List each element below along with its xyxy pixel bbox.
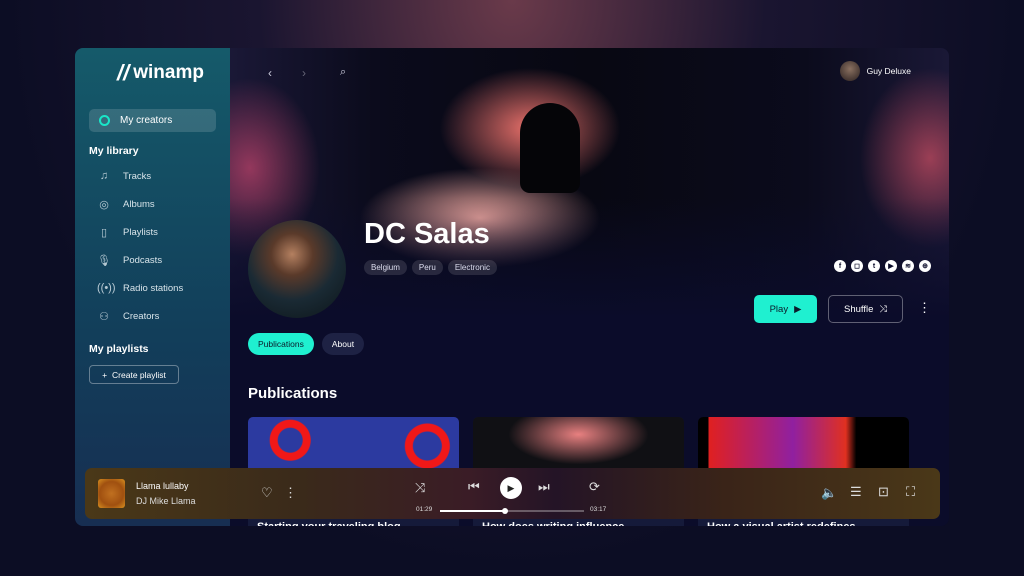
tab-publications[interactable]: Publications [248,333,314,355]
artist-tags: Belgium Peru Electronic [364,260,497,275]
sidebar-item-creators[interactable]: ⚇ Creators [97,310,159,323]
create-playlist-button[interactable]: + Create playlist [89,365,179,384]
card-image [473,417,684,475]
forward-icon[interactable]: › [302,66,306,80]
tag[interactable]: Belgium [364,260,407,275]
artist-tabs: Publications About [248,333,365,355]
sidebar-item-playlists[interactable]: ▯ Playlists [97,226,158,239]
button-label: Create playlist [112,369,166,380]
playlists-heading: My playlists [89,343,149,355]
back-icon[interactable]: ‹ [268,66,272,80]
sidebar-item-label: Albums [123,199,155,210]
sidebar-item-radio-stations[interactable]: ((•)) Radio stations [97,282,183,294]
twitter-icon[interactable]: t [868,260,880,272]
main-content: ‹ › ⌕ Guy Deluxe DC Salas Belgium Peru E… [230,48,949,526]
artist-name: DC Salas [364,218,490,250]
card-image [698,417,909,475]
volume-icon[interactable]: 🔈 [821,485,837,501]
previous-icon[interactable]: ⏮ [468,479,480,495]
sidebar-item-tracks[interactable]: ♫ Tracks [97,170,151,182]
search-icon[interactable]: ⌕ [340,66,346,79]
youtube-icon[interactable]: ▶ [885,260,897,272]
facebook-icon[interactable]: f [834,260,846,272]
queue-icon[interactable]: ☰ [850,484,862,500]
globe-icon[interactable]: ⊕ [919,260,931,272]
more-options-icon[interactable]: ⋮ [284,485,297,501]
card-image [248,417,459,475]
progress-knob[interactable] [501,508,508,514]
sidebar-item-my-creators[interactable]: My creators [89,109,216,132]
play-pause-button[interactable]: ▶ [500,477,522,499]
sidebar-item-label: Tracks [123,170,152,182]
fullscreen-icon[interactable]: ⛶ [906,484,915,500]
shuffle-icon[interactable]: ⤨ [415,480,425,496]
cast-icon[interactable]: ⊡ [878,484,889,500]
library-heading: My library [89,145,139,157]
shuffle-icon: ⤨ [879,303,887,315]
play-icon: ▶ [507,482,515,493]
tag[interactable]: Peru [411,260,443,275]
button-label: Shuffle [843,303,874,315]
track-artist[interactable]: DJ Mike Llama [136,496,196,506]
music-note-icon: ♫ [99,170,109,182]
shuffle-button[interactable]: Shuffle ⤨ [828,295,903,323]
winamp-bolt-icon: // [117,60,130,85]
spotify-icon[interactable]: ≋ [902,260,914,272]
sidebar-item-albums[interactable]: ◎ Albums [97,198,155,211]
track-cover [98,479,125,508]
button-label: Play [769,303,789,315]
banner-silhouette [520,103,580,193]
instagram-icon[interactable]: ◻ [851,260,863,272]
winamp-logo[interactable]: //winamp [117,60,204,86]
track-title[interactable]: Llama lullaby [136,481,189,491]
artist-avatar [248,220,346,318]
social-links: f ◻ t ▶ ≋ ⊕ [834,260,931,272]
app-window: //winamp My creators My library ♫ Tracks … [75,48,949,526]
heart-icon[interactable]: ♡ [261,485,273,501]
sidebar-item-label: Creators [123,311,160,322]
plus-icon: + [102,369,108,380]
publications-heading: Publications [248,385,338,402]
user-name: Guy Deluxe [866,66,911,76]
play-icon: ▶ [794,303,802,315]
ring-icon [99,115,110,126]
elapsed-time: 01:29 [416,506,433,513]
microphone-icon: 🎙 [97,255,111,267]
player-bar: Llama lullaby DJ Mike Llama ♡ ⋮ ⤨ ⏮ ▶ ⏭ … [85,468,940,519]
tag[interactable]: Electronic [447,260,497,275]
next-icon[interactable]: ⏭ [538,479,550,495]
duration-time: 03:17 [590,506,607,513]
sidebar: //winamp My creators My library ♫ Tracks … [75,48,230,526]
repeat-icon[interactable]: ⟳ [589,479,600,495]
radio-icon: ((•)) [97,282,116,294]
logo-text: winamp [133,62,204,83]
play-button[interactable]: Play ▶ [754,295,817,323]
sidebar-item-label: Podcasts [123,255,163,266]
more-options-icon[interactable]: ⋮ [918,300,931,316]
sidebar-item-label: Radio stations [123,282,184,294]
progress-fill [440,508,508,514]
disc-icon: ◎ [99,199,109,211]
playlist-icon: ▯ [100,227,108,239]
sidebar-item-label: Playlists [123,227,158,238]
sidebar-item-podcasts[interactable]: 🎙 Podcasts [97,254,162,267]
user-menu[interactable]: Guy Deluxe [839,61,911,81]
user-avatar [839,61,860,81]
person-icon: ⚇ [99,311,109,323]
tab-about[interactable]: About [321,333,365,355]
progress-slider[interactable] [440,508,584,514]
sidebar-item-label: My creators [120,115,173,126]
